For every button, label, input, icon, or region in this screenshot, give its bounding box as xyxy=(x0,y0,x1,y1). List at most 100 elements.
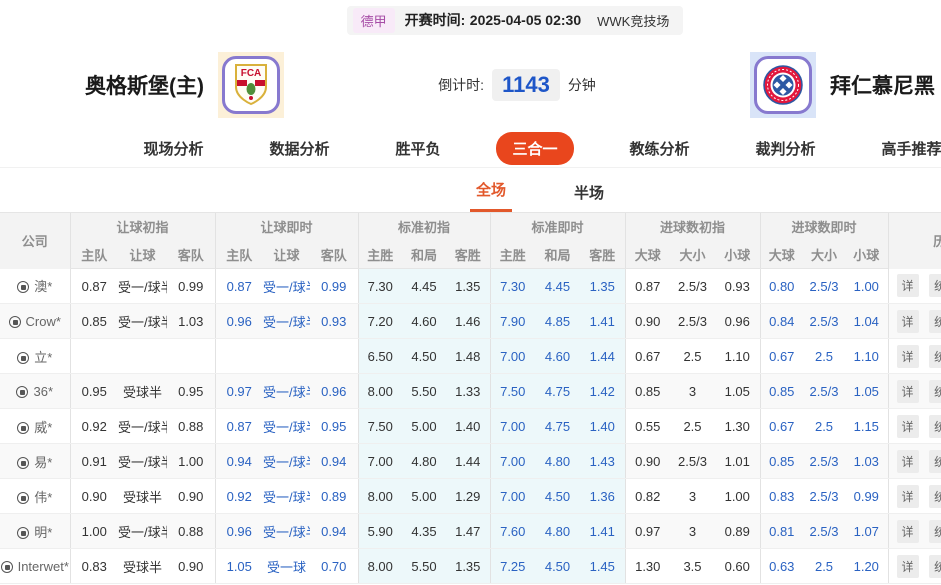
detail-button[interactable]: 详 xyxy=(897,274,919,297)
odds-cell: 0.67 xyxy=(625,339,670,374)
odds-cell: 受一/球半 xyxy=(263,269,310,304)
detail-button[interactable]: 详 xyxy=(897,310,919,333)
odds-cell: 1.29 xyxy=(446,479,490,514)
odds-cell: 7.00 xyxy=(490,479,535,514)
table-row: Crow* 0.85 受一/球半 1.03 0.96 受一/球半 0.93 7.… xyxy=(0,304,941,339)
odds-cell: 1.00 xyxy=(167,444,215,479)
odds-cell: 8.00 xyxy=(358,374,402,409)
odds-cell: 3 xyxy=(670,479,715,514)
odds-cell: 2.5/3 xyxy=(803,514,845,549)
odds-cell: 受球半 xyxy=(118,374,167,409)
nav-tab-4[interactable]: 教练分析 xyxy=(620,133,700,164)
group-header: 进球数初指 xyxy=(625,213,760,241)
odds-cell: 0.67 xyxy=(760,339,803,374)
odds-cell: 0.88 xyxy=(167,514,215,549)
odds-cell xyxy=(70,339,118,374)
detail-button[interactable]: 详 xyxy=(897,345,919,368)
odds-cell: 1.05 xyxy=(215,549,263,584)
detail-button[interactable]: 详 xyxy=(897,450,919,473)
odds-cell: 0.81 xyxy=(760,514,803,549)
odds-cell: 1.00 xyxy=(70,514,118,549)
odds-cell: 受一/球半 xyxy=(118,444,167,479)
sub-header: 和局 xyxy=(535,241,580,269)
nav-tab-5[interactable]: 裁判分析 xyxy=(746,133,826,164)
nav-tab-0[interactable]: 现场分析 xyxy=(133,133,213,164)
stats-button[interactable]: 统 xyxy=(929,520,941,543)
company-name: Crow* xyxy=(26,314,61,329)
stats-button[interactable]: 统 xyxy=(929,310,941,333)
stats-button[interactable]: 统 xyxy=(929,380,941,403)
odds-cell: 1.10 xyxy=(845,339,888,374)
odds-cell: 0.87 xyxy=(215,409,263,444)
company-cell: Crow* xyxy=(0,304,70,339)
stats-button[interactable]: 统 xyxy=(929,485,941,508)
company-name: 伟* xyxy=(34,490,52,505)
odds-cell: 0.96 xyxy=(215,514,263,549)
stats-button[interactable]: 统 xyxy=(929,415,941,438)
detail-button[interactable]: 详 xyxy=(897,555,919,578)
odds-cell xyxy=(310,339,358,374)
odds-cell: 1.20 xyxy=(845,549,888,584)
football-icon xyxy=(17,492,29,504)
nav-tab-2[interactable]: 胜平负 xyxy=(385,133,450,164)
sub-header: 让球 xyxy=(263,241,310,269)
odds-cell: 受一/球半 xyxy=(118,514,167,549)
odds-cell: 0.87 xyxy=(215,269,263,304)
home-team-name: 奥格斯堡(主) xyxy=(85,70,204,100)
odds-cell: 4.85 xyxy=(535,304,580,339)
odds-cell: 7.00 xyxy=(490,444,535,479)
odds-cell: 0.90 xyxy=(167,549,215,584)
venue: WWK竞技场 xyxy=(597,11,669,30)
countdown: 倒计时: 1143 分钟 xyxy=(438,69,596,101)
nav-tab-1[interactable]: 数据分析 xyxy=(259,133,339,164)
company-cell: 立* xyxy=(0,339,70,374)
group-header: 标准即时 xyxy=(490,213,625,241)
table-row: 威* 0.92 受一/球半 0.88 0.87 受一/球半 0.95 7.50 … xyxy=(0,409,941,444)
odds-cell: 1.46 xyxy=(446,304,490,339)
odds-cell: 2.5 xyxy=(803,409,845,444)
detail-button[interactable]: 详 xyxy=(897,415,919,438)
subtab-0[interactable]: 全场 xyxy=(470,171,512,212)
company-name: 澳* xyxy=(34,279,52,294)
odds-cell xyxy=(263,339,310,374)
odds-cell: 0.93 xyxy=(310,304,358,339)
group-header: 标准初指 xyxy=(358,213,490,241)
odds-cell: 0.94 xyxy=(215,444,263,479)
period-subtabs: 全场 半场 xyxy=(0,168,941,212)
company-cell: 伟* xyxy=(0,479,70,514)
sub-header: 小球 xyxy=(845,241,888,269)
nav-tab-6[interactable]: 高手推荐 xyxy=(872,133,941,164)
odds-cell: 7.90 xyxy=(490,304,535,339)
odds-cell: 0.88 xyxy=(167,409,215,444)
odds-cell: 1.04 xyxy=(845,304,888,339)
stats-button[interactable]: 统 xyxy=(929,345,941,368)
company-cell: 36* xyxy=(0,374,70,409)
odds-cell: 0.91 xyxy=(70,444,118,479)
football-icon xyxy=(17,457,29,469)
detail-button[interactable]: 详 xyxy=(897,380,919,403)
fca-shield-icon: FCA xyxy=(231,63,271,107)
odds-cell: 1.00 xyxy=(715,479,760,514)
detail-button[interactable]: 详 xyxy=(897,485,919,508)
odds-cell: 5.00 xyxy=(402,479,446,514)
sub-header: 客队 xyxy=(310,241,358,269)
odds-cell: 4.45 xyxy=(402,269,446,304)
odds-cell: 0.85 xyxy=(70,304,118,339)
football-icon xyxy=(16,386,28,398)
odds-cell: 0.99 xyxy=(845,479,888,514)
odds-cell: 1.35 xyxy=(446,269,490,304)
odds-cell: 0.90 xyxy=(625,304,670,339)
odds-cell: 1.40 xyxy=(580,409,625,444)
stats-button[interactable]: 统 xyxy=(929,555,941,578)
odds-cell: 受一/球半 xyxy=(263,479,310,514)
odds-cell: 0.80 xyxy=(760,269,803,304)
detail-button[interactable]: 详 xyxy=(897,520,919,543)
odds-cell: 0.95 xyxy=(70,374,118,409)
sub-header: 大小 xyxy=(670,241,715,269)
stats-button[interactable]: 统 xyxy=(929,274,941,297)
nav-tab-3[interactable]: 三合一 xyxy=(496,132,573,165)
subtab-1[interactable]: 半场 xyxy=(568,174,610,212)
stats-button[interactable]: 统 xyxy=(929,450,941,473)
odds-cell: 1.44 xyxy=(446,444,490,479)
odds-cell: 2.5 xyxy=(670,339,715,374)
